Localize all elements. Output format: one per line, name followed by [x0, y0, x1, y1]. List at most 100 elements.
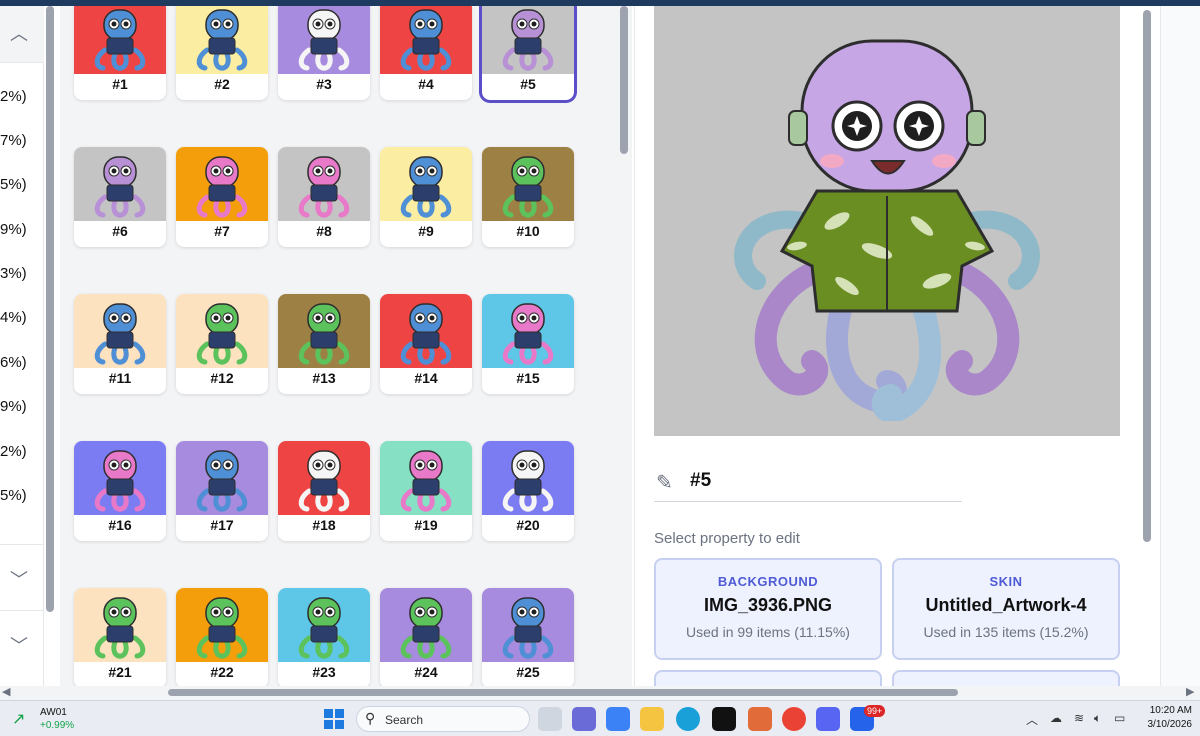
grid-item-label: #11	[108, 370, 132, 386]
grid-item-tile[interactable]: #4	[380, 6, 472, 100]
octopus-thumbnail-icon	[278, 441, 370, 515]
chrome-icon[interactable]	[782, 707, 806, 731]
filter-percentage: 7%)	[0, 132, 27, 149]
pencil-icon[interactable]: ✎	[656, 470, 673, 495]
grid-item-tile[interactable]: #11	[74, 294, 166, 394]
file-explorer-icon[interactable]	[640, 707, 664, 731]
octopus-thumbnail-icon	[74, 441, 166, 515]
grid-item-label: #25	[516, 664, 540, 680]
property-value: Untitled_Artwork-4	[925, 595, 1087, 615]
volume-icon[interactable]: 🔈︎	[1094, 711, 1101, 726]
teams-icon[interactable]	[572, 707, 596, 731]
chevron-down-icon[interactable]: ﹀	[10, 632, 28, 658]
octopus-thumbnail-icon	[74, 147, 166, 221]
octopus-thumbnail-icon	[176, 6, 268, 74]
item-name-row[interactable]: ✎ #5	[654, 468, 962, 502]
grid-item-label: #12	[210, 370, 234, 386]
horizontal-scroll-thumb[interactable]	[168, 689, 958, 696]
octopus-thumbnail-icon	[74, 294, 166, 368]
property-card-background[interactable]: BACKGROUND IMG_3936.PNG Used in 99 items…	[654, 558, 882, 660]
edge-icon[interactable]	[676, 707, 700, 731]
horizontal-scrollbar[interactable]: ◀ ▶	[0, 686, 1200, 700]
octopus-thumbnail-icon	[380, 294, 472, 368]
notification-badge: 99+	[864, 705, 886, 717]
onedrive-icon[interactable]: ☁	[1050, 711, 1062, 725]
stock-widget[interactable]: ↗ AW01 +0.99%	[12, 705, 92, 733]
grid-item-tile[interactable]: #3	[278, 6, 370, 100]
filter-percentage: 2%)	[0, 88, 27, 105]
grid-item-tile[interactable]: #22	[176, 588, 268, 686]
octopus-thumbnail-icon	[380, 441, 472, 515]
octopus-thumbnail-icon	[380, 147, 472, 221]
octopus-thumbnail-icon	[482, 147, 574, 221]
property-title: BACKGROUND	[717, 574, 819, 589]
windows-start-icon[interactable]	[324, 709, 344, 729]
chevron-up-icon[interactable]: ︿	[10, 20, 28, 46]
grid-item-tile[interactable]: #18	[278, 441, 370, 541]
grid-item-tile[interactable]: #2	[176, 6, 268, 100]
grid-item-tile[interactable]: #16	[74, 441, 166, 541]
battery-icon[interactable]: ▭	[1114, 711, 1125, 725]
taskbar-clock[interactable]: 10:20 AM 3/10/2026	[1132, 705, 1193, 730]
detail-scrollbar[interactable]	[1143, 10, 1151, 542]
grid-item-tile[interactable]: #13	[278, 294, 370, 394]
octopus-thumbnail-icon	[74, 588, 166, 662]
octopus-thumbnail-icon	[482, 294, 574, 368]
taskbar-search[interactable]: ⚲ Search	[356, 706, 530, 732]
grid-item-label: #6	[112, 223, 128, 239]
octopus-thumbnail-icon	[176, 588, 268, 662]
netflix-icon[interactable]	[712, 707, 736, 731]
grid-item-tile[interactable]: #24	[380, 588, 472, 686]
grid-item-tile[interactable]: #9	[380, 147, 472, 247]
grid-item-tile[interactable]: #5	[479, 6, 577, 103]
item-grid: #1 #2 #3 #4 #5 #6 #7 #8 #9 #10 #11 #12 #13 #14 #15 #16 #…	[60, 6, 632, 686]
grid-item-tile[interactable]: #7	[176, 147, 268, 247]
grid-item-label: #18	[312, 517, 336, 533]
grid-scrollbar[interactable]	[620, 6, 628, 154]
grid-item-label: #7	[214, 223, 230, 239]
grid-item-tile[interactable]: #6	[74, 147, 166, 247]
grid-item-label: #22	[210, 664, 234, 680]
filter-percentage: 4%)	[0, 309, 27, 326]
grid-item-tile[interactable]: #1	[74, 6, 166, 100]
grid-item-tile[interactable]: #23	[278, 588, 370, 686]
grid-item-tile[interactable]: #20	[482, 441, 574, 541]
filter-percentage: 9%)	[0, 221, 27, 238]
property-title: SKIN	[989, 574, 1023, 589]
grid-item-tile[interactable]: #19	[380, 441, 472, 541]
grid-item-label: #5	[520, 76, 536, 92]
discord-icon[interactable]	[816, 707, 840, 731]
chevron-down-icon[interactable]: ﹀	[10, 566, 28, 592]
wifi-icon[interactable]: ≋	[1074, 711, 1084, 725]
property-card-skin[interactable]: SKIN Untitled_Artwork-4 Used in 135 item…	[892, 558, 1120, 660]
grid-item-label: #3	[316, 76, 332, 92]
grid-item-label: #9	[418, 223, 434, 239]
divider	[0, 610, 44, 611]
item-name: #5	[690, 470, 712, 491]
grid-item-tile[interactable]: #15	[482, 294, 574, 394]
grid-item-label: #10	[516, 223, 540, 239]
grid-item-label: #1	[112, 76, 128, 92]
sidebar-scrollbar[interactable]	[46, 6, 54, 612]
grid-item-tile[interactable]: #12	[176, 294, 268, 394]
grid-item-tile[interactable]: #17	[176, 441, 268, 541]
chevron-up-icon[interactable]: ︿	[1026, 711, 1038, 728]
grid-item-tile[interactable]: #25	[482, 588, 574, 686]
grid-item-tile[interactable]: #21	[74, 588, 166, 686]
task-view-icon[interactable]	[538, 707, 562, 731]
store-icon[interactable]	[606, 707, 630, 731]
snipping-tool-icon[interactable]	[748, 707, 772, 731]
grid-item-tile[interactable]: #14	[380, 294, 472, 394]
divider	[0, 62, 44, 63]
grid-item-tile[interactable]: #8	[278, 147, 370, 247]
window-edge	[1160, 6, 1200, 686]
grid-item-tile[interactable]: #10	[482, 147, 574, 247]
grid-item-label: #2	[214, 76, 230, 92]
grid-item-label: #4	[418, 76, 434, 92]
filter-percentage: 9%)	[0, 398, 27, 415]
scroll-left-icon[interactable]: ◀	[2, 685, 10, 698]
property-usage: Used in 135 items (15.2%)	[923, 624, 1089, 640]
octopus-thumbnail-icon	[380, 6, 472, 74]
scroll-right-icon[interactable]: ▶	[1186, 685, 1194, 698]
stock-change: +0.99%	[40, 720, 75, 731]
